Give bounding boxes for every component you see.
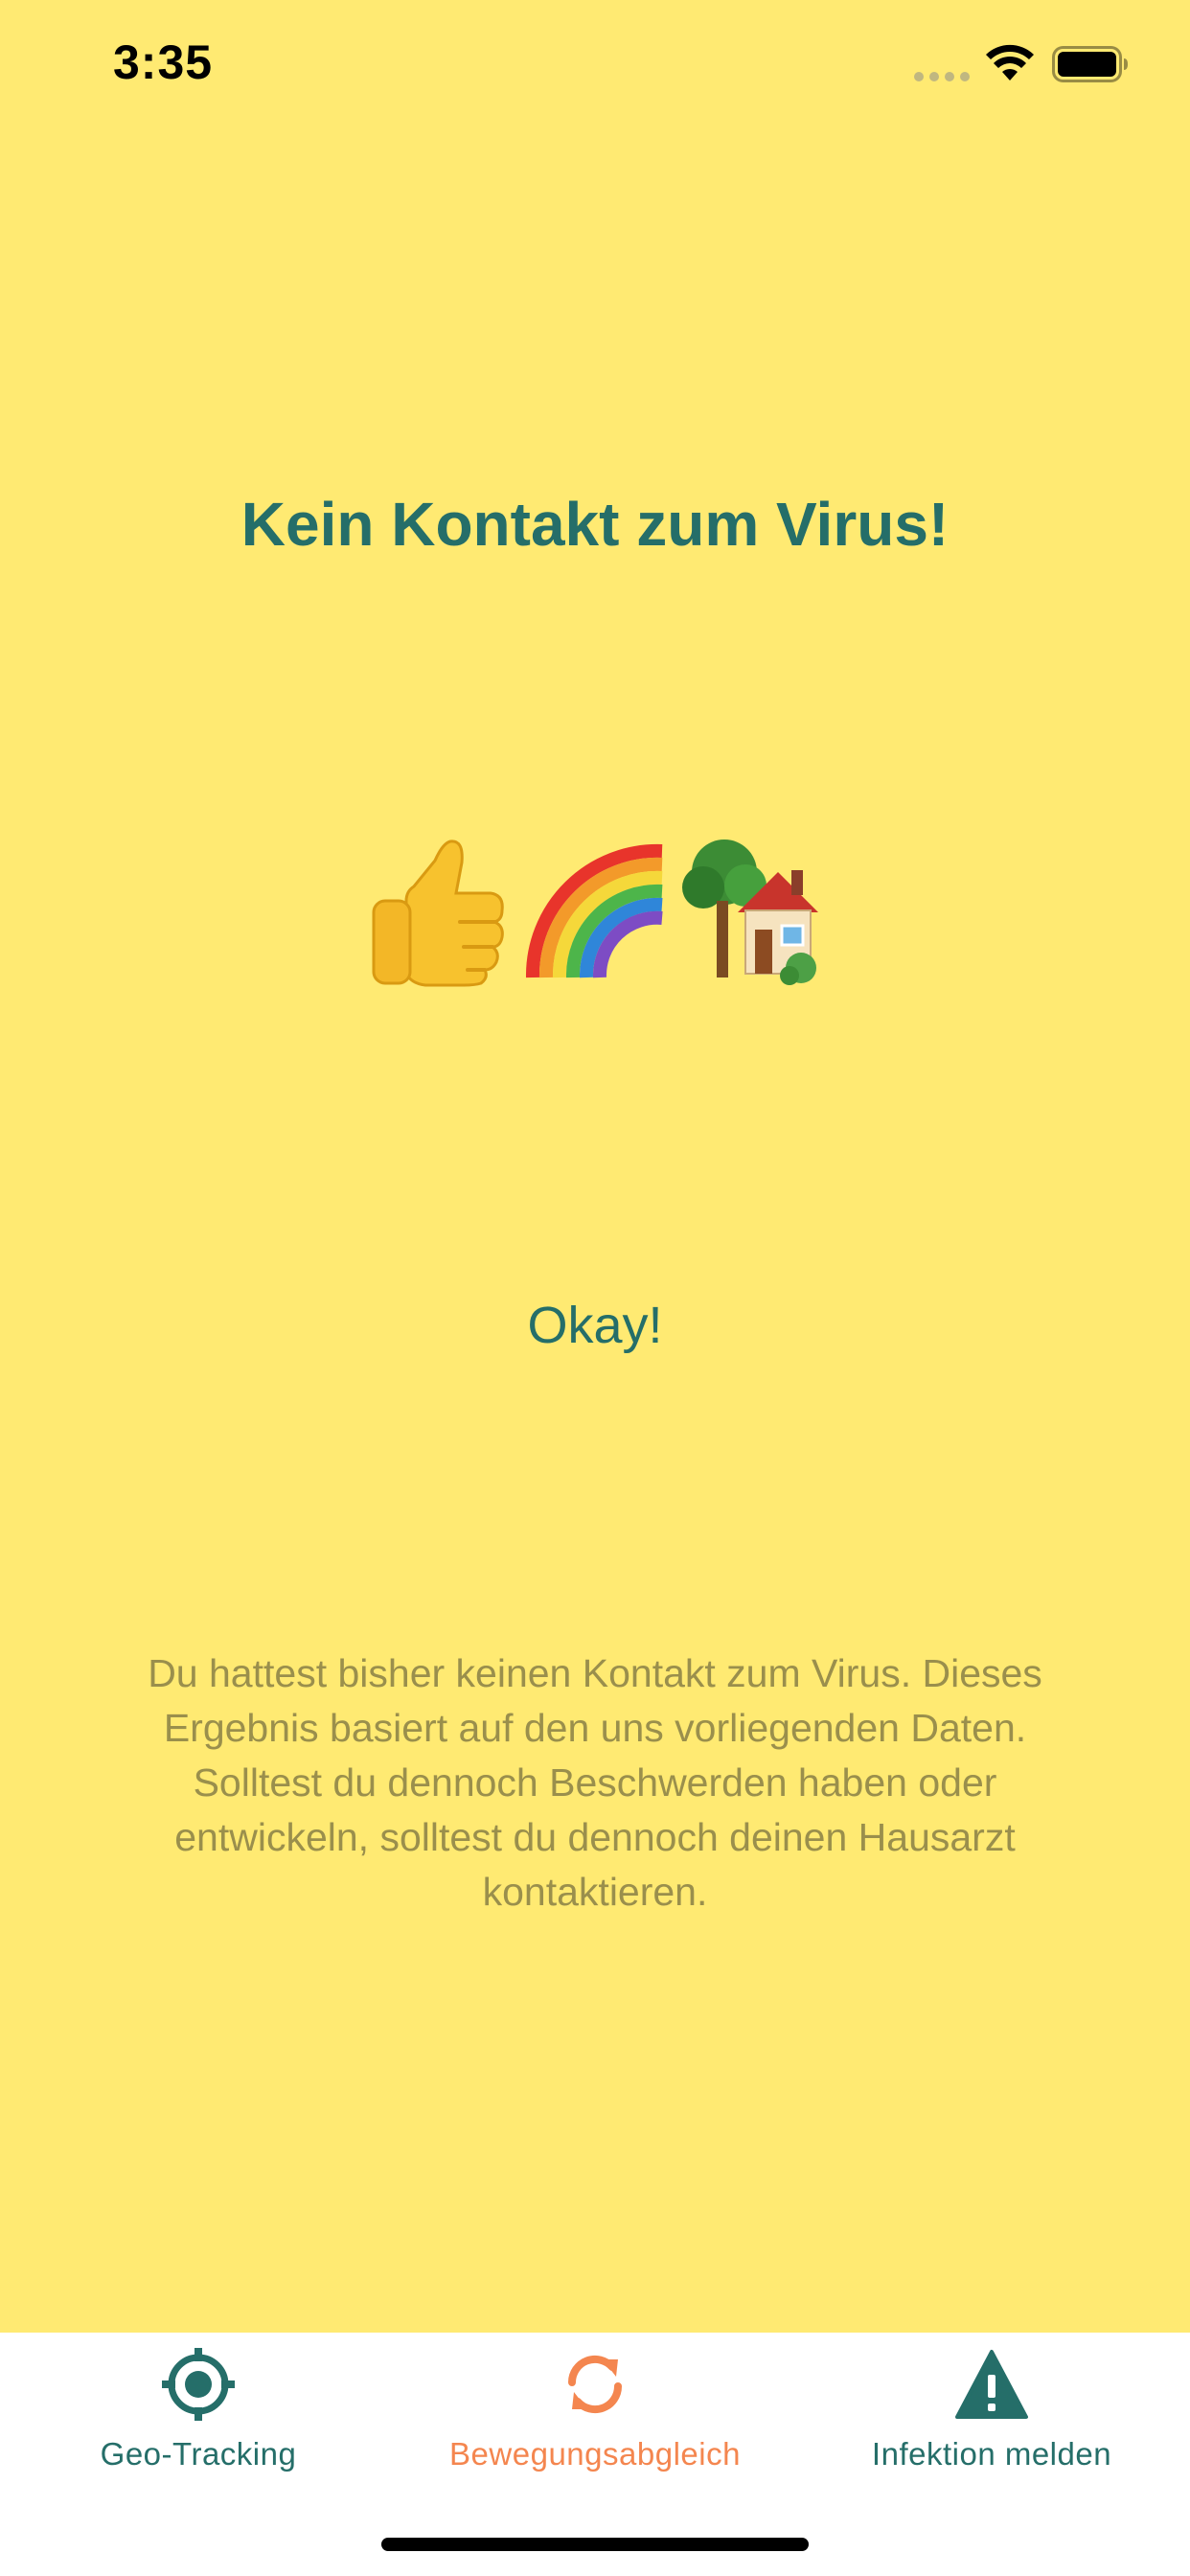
home-indicator[interactable] [381,2538,809,2551]
status-time: 3:35 [113,35,214,89]
wifi-icon [986,44,1034,80]
sync-icon [567,2355,623,2414]
status-bar: 3:35 [0,0,1190,126]
tab-bewegungsabgleich[interactable]: Bewegungsabgleich [397,2333,793,2496]
result-description: Du hattest bisher keinen Kontakt zum Vir… [148,1651,1042,1914]
okay-button[interactable]: Okay! [0,1296,1190,1355]
emoji-row [0,834,1190,997]
tab-label-geo-tracking: Geo-Tracking [100,2436,297,2472]
result-title: Kein Kontakt zum Virus! [240,490,950,559]
thumbs-up-icon [372,840,504,987]
crosshair-icon [162,2348,235,2421]
rainbow-icon [525,843,663,978]
warning-icon [955,2350,1028,2419]
tab-geo-tracking[interactable]: Geo-Tracking [0,2333,397,2496]
tab-label-bewegungsabgleich: Bewegungsabgleich [449,2436,741,2472]
tab-infektion-melden[interactable]: Infektion melden [793,2333,1190,2496]
house-with-garden-icon [682,840,818,985]
cellular-signal-icon [914,72,970,81]
battery-icon [1052,46,1128,82]
tab-label-infektion-melden: Infektion melden [871,2436,1112,2472]
